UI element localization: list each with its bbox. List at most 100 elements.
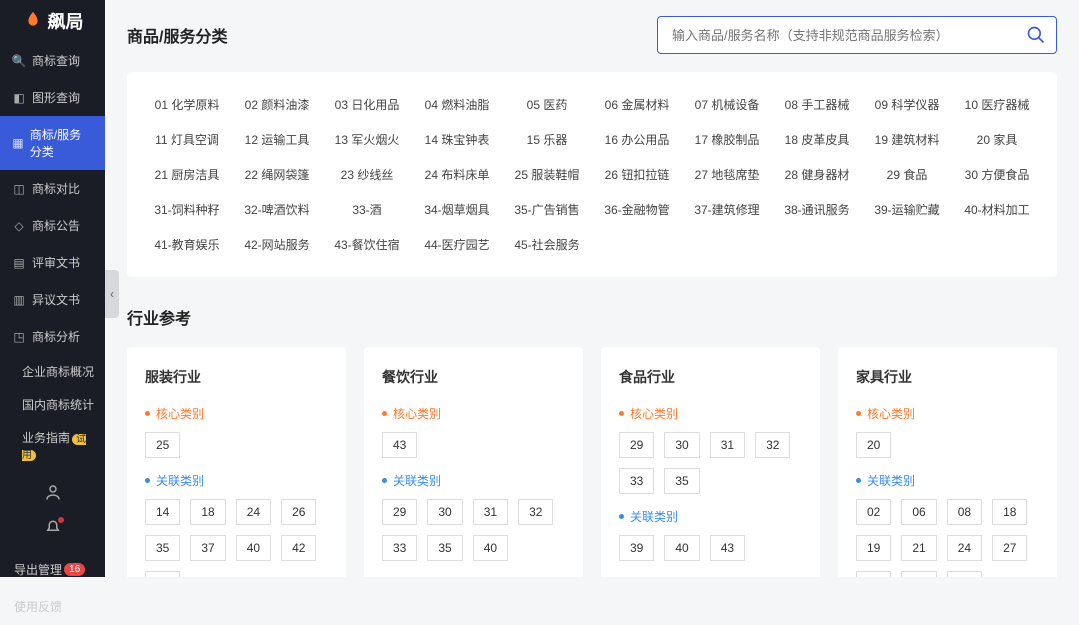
category-chip[interactable]: 06 xyxy=(901,499,936,525)
category-item[interactable]: 14 珠宝钟表 xyxy=(417,131,497,148)
category-item[interactable]: 26 钮扣拉链 xyxy=(597,166,677,183)
category-item[interactable]: 41-教育娱乐 xyxy=(147,236,227,253)
category-item[interactable]: 15 乐器 xyxy=(507,131,587,148)
nav-image-search[interactable]: ◧图形查询 xyxy=(0,79,105,116)
category-chip[interactable]: 42 xyxy=(281,535,316,561)
category-item[interactable]: 20 家具 xyxy=(957,131,1037,148)
category-chip[interactable]: 14 xyxy=(145,499,180,525)
category-chip[interactable]: 24 xyxy=(236,499,271,525)
category-chip[interactable]: 33 xyxy=(619,468,654,494)
category-item[interactable]: 32-啤酒饮料 xyxy=(237,201,317,218)
nav-compare[interactable]: ◫商标对比 xyxy=(0,170,105,207)
category-chip[interactable]: 32 xyxy=(755,432,790,458)
search-button[interactable] xyxy=(1026,25,1046,45)
category-item[interactable]: 35-广告销售 xyxy=(507,201,587,218)
category-item[interactable]: 45-社会服务 xyxy=(507,236,587,253)
category-item[interactable]: 19 建筑材料 xyxy=(867,131,947,148)
category-chip[interactable]: 40 xyxy=(473,535,508,561)
category-item[interactable]: 01 化学原料 xyxy=(147,96,227,113)
user-icon[interactable] xyxy=(44,483,62,501)
nav-review-doc[interactable]: ▤评审文书 xyxy=(0,244,105,281)
category-chip[interactable]: 24 xyxy=(947,535,982,561)
category-item[interactable]: 13 军火烟火 xyxy=(327,131,407,148)
category-chip[interactable]: 25 xyxy=(145,432,180,458)
category-chip[interactable]: 35 xyxy=(427,535,462,561)
category-chip[interactable]: 02 xyxy=(856,499,891,525)
category-chip[interactable]: 45 xyxy=(145,571,180,577)
category-item[interactable]: 39-运输贮藏 xyxy=(867,201,947,218)
category-item[interactable]: 40-材料加工 xyxy=(957,201,1037,218)
nav-objection-doc[interactable]: ▥异议文书 xyxy=(0,281,105,318)
nav-sub-enterprise[interactable]: 企业商标概况 xyxy=(0,355,105,388)
category-chip[interactable]: 35 xyxy=(145,535,180,561)
category-chip[interactable]: 31 xyxy=(710,432,745,458)
category-item[interactable]: 07 机械设备 xyxy=(687,96,767,113)
category-item[interactable]: 44-医疗园艺 xyxy=(417,236,497,253)
category-chip[interactable]: 43 xyxy=(382,432,417,458)
category-item[interactable]: 21 厨房洁具 xyxy=(147,166,227,183)
nav-sub-domestic[interactable]: 国内商标统计 xyxy=(0,388,105,421)
category-item[interactable]: 38-通讯服务 xyxy=(777,201,857,218)
category-item[interactable]: 36-金融物管 xyxy=(597,201,677,218)
bell-icon[interactable] xyxy=(44,519,62,537)
category-chip[interactable]: 20 xyxy=(856,432,891,458)
category-chip[interactable]: 35 xyxy=(856,571,891,577)
category-chip[interactable]: 30 xyxy=(427,499,462,525)
nav-trademark-search[interactable]: 🔍商标查询 xyxy=(0,42,105,79)
category-chip[interactable]: 37 xyxy=(190,535,225,561)
category-item[interactable]: 11 灯具空调 xyxy=(147,131,227,148)
category-item[interactable]: 05 医药 xyxy=(507,96,587,113)
category-item[interactable]: 25 服装鞋帽 xyxy=(507,166,587,183)
category-chip[interactable]: 32 xyxy=(518,499,553,525)
category-item[interactable]: 23 纱线丝 xyxy=(327,166,407,183)
category-item[interactable]: 09 科学仪器 xyxy=(867,96,947,113)
category-item[interactable]: 37-建筑修理 xyxy=(687,201,767,218)
category-chip[interactable]: 40 xyxy=(236,535,271,561)
category-item[interactable]: 17 橡胶制品 xyxy=(687,131,767,148)
category-item[interactable]: 27 地毯席垫 xyxy=(687,166,767,183)
category-chip[interactable]: 40 xyxy=(947,571,982,577)
category-chip[interactable]: 43 xyxy=(710,535,745,561)
category-item[interactable]: 24 布料床单 xyxy=(417,166,497,183)
category-chip[interactable]: 40 xyxy=(664,535,699,561)
category-item[interactable]: 29 食品 xyxy=(867,166,947,183)
category-item[interactable]: 08 手工器械 xyxy=(777,96,857,113)
export-manage[interactable]: 导出管理16 xyxy=(0,551,105,588)
category-chip[interactable]: 31 xyxy=(473,499,508,525)
category-chip[interactable]: 33 xyxy=(382,535,417,561)
category-chip[interactable]: 08 xyxy=(947,499,982,525)
category-chip[interactable]: 30 xyxy=(664,432,699,458)
category-chip[interactable]: 26 xyxy=(281,499,316,525)
nav-category[interactable]: ▦商标/服务分类 xyxy=(0,116,105,170)
category-chip[interactable]: 19 xyxy=(856,535,891,561)
collapse-handle[interactable]: ‹ xyxy=(105,270,119,318)
feedback[interactable]: 使用反馈 xyxy=(0,588,105,625)
category-chip[interactable]: 35 xyxy=(664,468,699,494)
search-input[interactable] xyxy=(672,28,1026,43)
category-chip[interactable]: 29 xyxy=(619,432,654,458)
category-item[interactable]: 12 运输工具 xyxy=(237,131,317,148)
category-chip[interactable]: 18 xyxy=(190,499,225,525)
category-chip[interactable]: 37 xyxy=(901,571,936,577)
category-item[interactable]: 16 办公用品 xyxy=(597,131,677,148)
category-item[interactable]: 03 日化用品 xyxy=(327,96,407,113)
nav-sub-guide[interactable]: 业务指南试用 xyxy=(0,421,105,469)
category-item[interactable]: 43-餐饮住宿 xyxy=(327,236,407,253)
category-item[interactable]: 28 健身器材 xyxy=(777,166,857,183)
category-item[interactable]: 42-网站服务 xyxy=(237,236,317,253)
category-chip[interactable]: 39 xyxy=(619,535,654,561)
category-item[interactable]: 34-烟草烟具 xyxy=(417,201,497,218)
category-item[interactable]: 18 皮革皮具 xyxy=(777,131,857,148)
category-item[interactable]: 04 燃料油脂 xyxy=(417,96,497,113)
category-item[interactable]: 31-饲料种籽 xyxy=(147,201,227,218)
nav-analysis[interactable]: ◳商标分析 xyxy=(0,318,105,355)
category-item[interactable]: 10 医疗器械 xyxy=(957,96,1037,113)
category-item[interactable]: 02 颜料油漆 xyxy=(237,96,317,113)
category-chip[interactable]: 21 xyxy=(901,535,936,561)
nav-announcement[interactable]: ◇商标公告 xyxy=(0,207,105,244)
category-item[interactable]: 33-酒 xyxy=(327,201,407,218)
category-item[interactable]: 22 绳网袋篷 xyxy=(237,166,317,183)
category-chip[interactable]: 29 xyxy=(382,499,417,525)
category-chip[interactable]: 27 xyxy=(992,535,1027,561)
category-chip[interactable]: 18 xyxy=(992,499,1027,525)
